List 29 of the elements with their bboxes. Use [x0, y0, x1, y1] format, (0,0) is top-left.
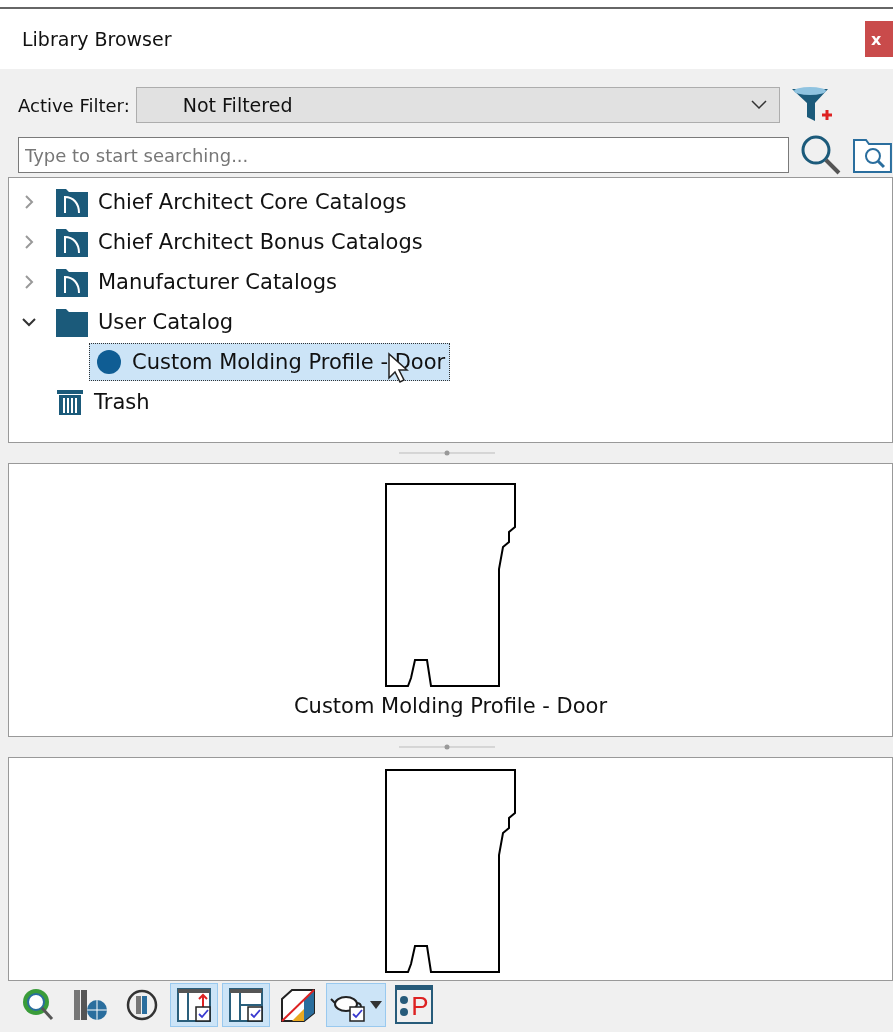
filter-dropdown[interactable]: Not Filtered: [135, 87, 780, 123]
table-check-icon: [228, 986, 264, 1023]
search-field[interactable]: Type to start searching...: [18, 137, 790, 173]
close-button[interactable]: x: [865, 21, 893, 57]
table-upload-icon: [176, 986, 212, 1023]
folder-icon: [56, 307, 88, 337]
caret-icon: [370, 1000, 382, 1009]
toolbar-button[interactable]: [222, 982, 270, 1027]
folder-search-icon[interactable]: [853, 137, 893, 173]
magnifier-gear-icon: [20, 986, 56, 1023]
tree-item[interactable]: User Catalog: [49, 303, 239, 341]
catalog-folder-icon: [56, 227, 88, 257]
catalog-folder-icon: [56, 187, 88, 217]
splitter-grip-icon[interactable]: [398, 450, 495, 456]
chevron-down-icon: [750, 100, 767, 110]
window-title: Library Browser: [22, 28, 172, 50]
circle-icon: [96, 349, 122, 375]
tree-item[interactable]: Chief Architect Bonus Catalogs: [49, 223, 428, 261]
preview-caption: Custom Molding Profile - Door: [293, 694, 608, 718]
tree-item[interactable]: Chief Architect Core Catalogs: [49, 183, 412, 221]
toolbar-button[interactable]: [170, 982, 218, 1027]
filter-label: Active Filter:: [18, 94, 130, 116]
tree-item[interactable]: Trash: [49, 383, 155, 421]
splitter-grip-icon[interactable]: [398, 744, 495, 750]
toolbar-button[interactable]: [326, 982, 386, 1027]
box-slash-icon: [280, 986, 316, 1023]
catalog-folder-icon: [56, 267, 88, 297]
tree-item[interactable]: Manufacturer Catalogs: [49, 263, 342, 301]
trash-icon: [56, 388, 84, 416]
